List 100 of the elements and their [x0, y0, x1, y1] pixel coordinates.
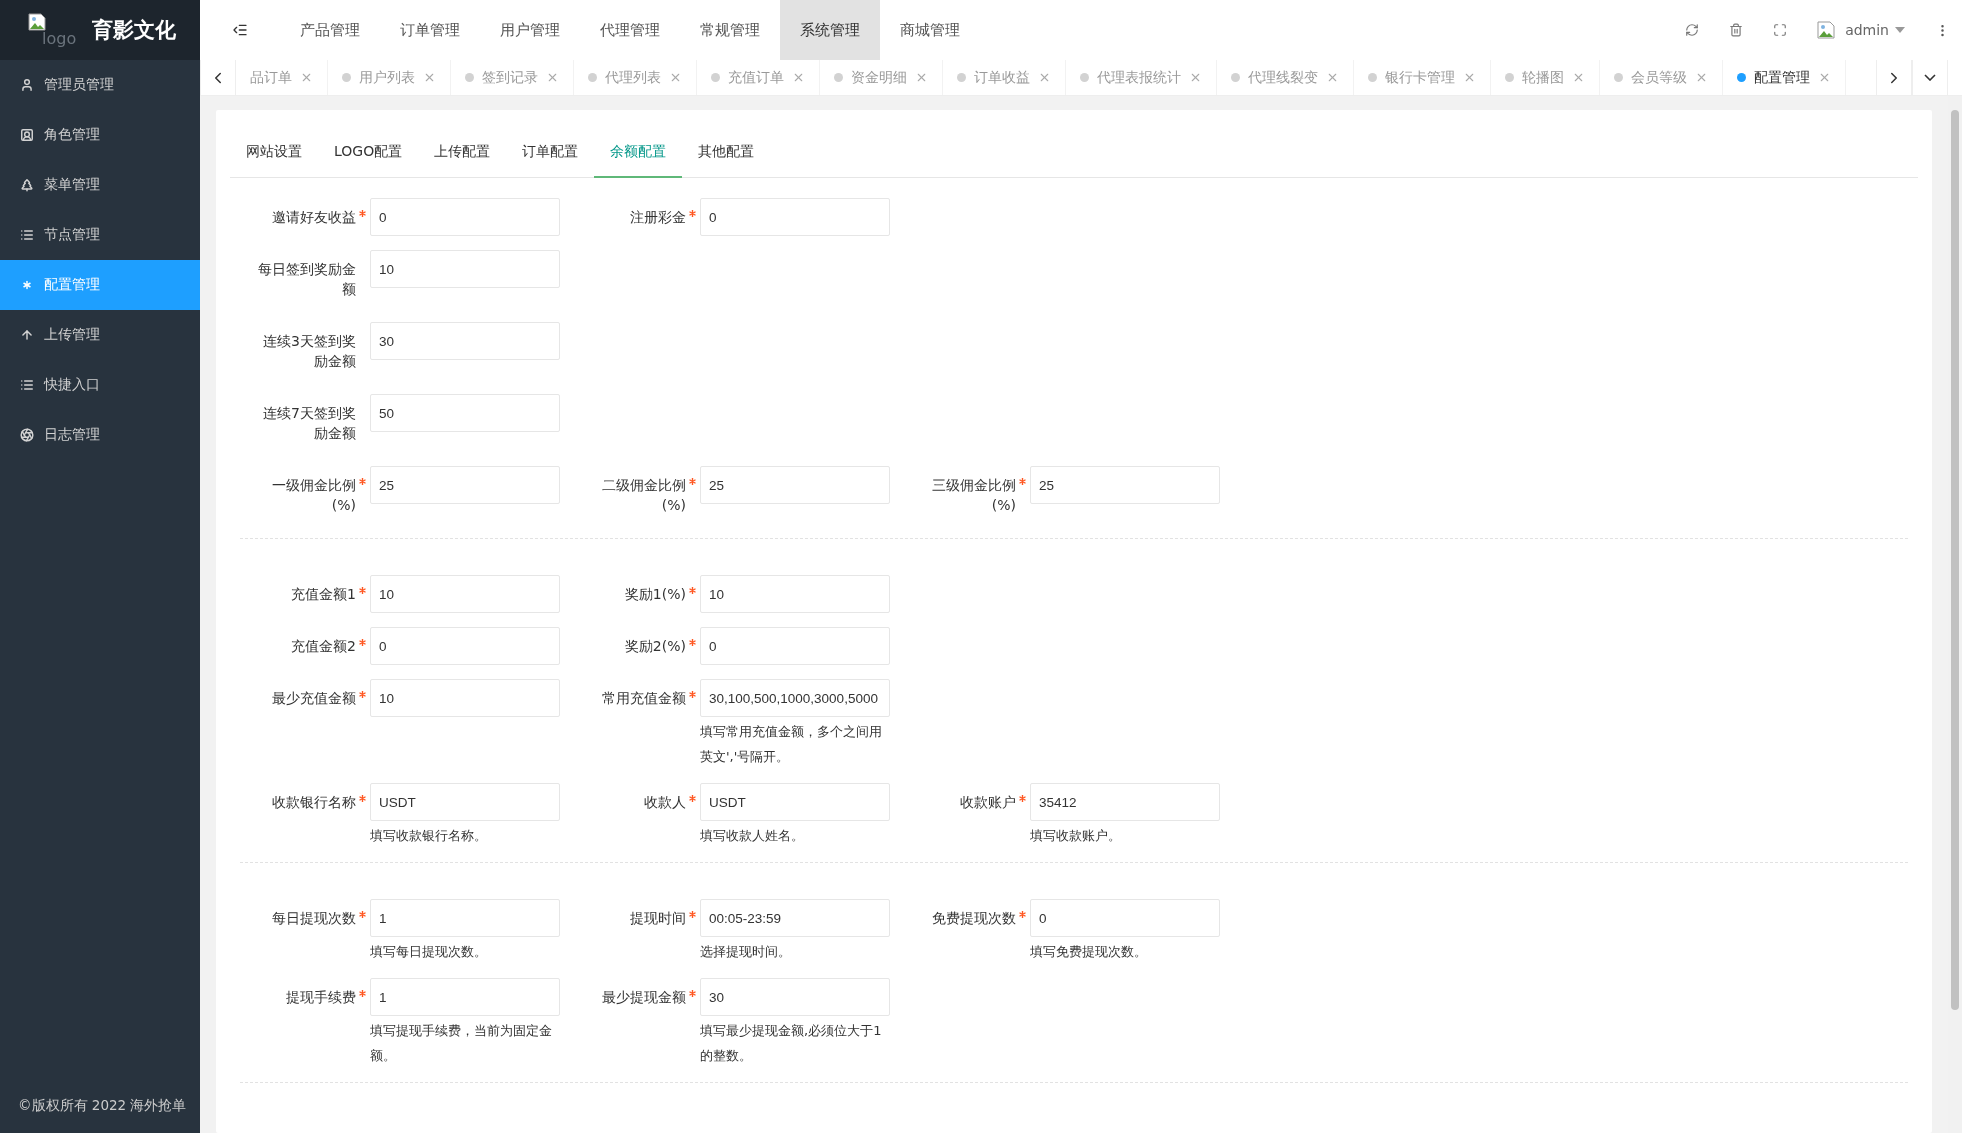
field-label: 收款银行名称	[272, 794, 356, 810]
nav-item[interactable]: 用户管理	[480, 0, 580, 60]
status-dot-icon	[465, 73, 474, 82]
input-field[interactable]: 10	[370, 679, 560, 717]
fullscreen-icon[interactable]	[1773, 23, 1788, 37]
close-icon[interactable]	[1189, 71, 1202, 84]
status-dot-icon	[1505, 73, 1514, 82]
close-icon[interactable]	[300, 71, 313, 84]
close-icon[interactable]	[546, 71, 559, 84]
sidebar-item[interactable]: 节点管理	[0, 210, 200, 260]
list-icon	[20, 378, 34, 392]
field-label: 最少充值金额	[272, 690, 356, 706]
status-dot-icon	[588, 73, 597, 82]
field-label: 每日提现次数	[272, 910, 356, 926]
sidebar-item[interactable]: 角色管理	[0, 110, 200, 160]
field-label: 奖励1(%)	[624, 586, 686, 602]
help-text: 填写提现手续费，当前为固定金额。	[370, 1022, 553, 1065]
input-field[interactable]: USDT	[370, 783, 560, 821]
help-text: 选择提现时间。	[700, 943, 792, 961]
close-icon[interactable]	[423, 71, 436, 84]
close-icon[interactable]	[1038, 71, 1051, 84]
nav-item[interactable]: 代理管理	[580, 0, 680, 60]
field-label: 提现时间	[630, 910, 686, 926]
field-label: 一级佣金比例(%)	[272, 477, 356, 513]
close-icon[interactable]	[915, 71, 928, 84]
sidebar-item[interactable]: 快捷入口	[0, 360, 200, 410]
input-field[interactable]: 10	[370, 575, 560, 613]
caret-icon[interactable]	[1895, 27, 1905, 33]
broken-image-icon	[28, 13, 46, 31]
page-tab[interactable]: 配置管理	[1723, 60, 1846, 95]
input-field[interactable]: 0	[700, 627, 890, 665]
input-field[interactable]: 1	[370, 978, 560, 1016]
help-text: 填写收款人姓名。	[700, 827, 805, 845]
help-text: 填写最少提现金额,必须位大于1的整数。	[700, 1022, 883, 1065]
help-text: 填写每日提现次数。	[370, 943, 488, 961]
logo-alt-text: logo	[42, 31, 78, 47]
field-label: 每日签到奖励金额	[258, 261, 356, 297]
input-field[interactable]: 25	[700, 466, 890, 504]
status-dot-icon	[1737, 73, 1746, 82]
input-field[interactable]: 0	[1030, 899, 1220, 937]
input-field[interactable]: 1	[370, 899, 560, 937]
scroll-right-button[interactable]	[1876, 60, 1912, 95]
user-icon	[20, 78, 34, 92]
trash-icon[interactable]	[1729, 23, 1744, 37]
input-field[interactable]: 10	[370, 250, 560, 288]
input-field[interactable]: 30	[370, 322, 560, 360]
sidebar-item[interactable]: 菜单管理	[0, 160, 200, 210]
input-field[interactable]: 0	[370, 198, 560, 236]
input-field[interactable]: 50	[370, 394, 560, 432]
sidebar-item[interactable]: 管理员管理	[0, 60, 200, 110]
nav-item[interactable]: 产品管理	[280, 0, 380, 60]
config-tab[interactable]: LOGO配置	[318, 128, 419, 178]
field-label: 连续7天签到奖励金额	[263, 405, 356, 441]
close-icon[interactable]	[1326, 71, 1339, 84]
status-dot-icon	[1231, 73, 1240, 82]
input-field[interactable]: 25	[1030, 466, 1220, 504]
close-icon[interactable]	[669, 71, 682, 84]
chevron-down-icon	[1924, 74, 1936, 81]
field-label: 二级佣金比例(%)	[602, 477, 686, 513]
brand-name: 育影文化	[92, 17, 176, 44]
input-field[interactable]: 25	[370, 466, 560, 504]
refresh-icon[interactable]	[1685, 23, 1700, 37]
config-tab[interactable]: 订单配置	[506, 128, 595, 178]
field-label: 常用充值金额	[602, 690, 686, 706]
menu-icon[interactable]	[232, 22, 248, 38]
avatar-image-icon	[1817, 21, 1836, 39]
id-card-icon	[20, 128, 34, 142]
input-field[interactable]: 10	[700, 575, 890, 613]
copyright-text: ©版权所有 2022 海外抢单	[17, 1097, 188, 1115]
username[interactable]: admin	[1845, 22, 1889, 38]
config-tab[interactable]: 网站设置	[230, 128, 318, 178]
status-dot-icon	[1080, 73, 1089, 82]
close-icon[interactable]	[792, 71, 805, 84]
input-field[interactable]: 30,100,500,1000,3000,5000	[700, 679, 890, 717]
asterisk-icon	[20, 278, 34, 292]
config-tab[interactable]: 其他配置	[682, 128, 771, 178]
nav-item[interactable]: 商城管理	[880, 0, 980, 60]
input-field[interactable]: 00:05-23:59	[700, 899, 890, 937]
nav-item[interactable]: 系统管理	[780, 0, 880, 60]
field-label: 免费提现次数	[932, 910, 1016, 926]
nav-item[interactable]: 常规管理	[680, 0, 780, 60]
close-icon[interactable]	[1463, 71, 1476, 84]
config-tab[interactable]: 余额配置	[594, 128, 683, 178]
input-field[interactable]: 35412	[1030, 783, 1220, 821]
dropdown-button[interactable]	[1912, 60, 1948, 95]
close-icon[interactable]	[1695, 71, 1708, 84]
field-label: 注册彩金	[630, 209, 686, 225]
input-field[interactable]: USDT	[700, 783, 890, 821]
field-label: 奖励2(%)	[624, 638, 686, 654]
sidebar-item[interactable]: 日志管理	[0, 410, 200, 460]
nav-item[interactable]: 订单管理	[380, 0, 480, 60]
input-field[interactable]: 30	[700, 978, 890, 1016]
close-icon[interactable]	[1572, 71, 1585, 84]
config-tab[interactable]: 上传配置	[418, 128, 507, 178]
close-icon[interactable]	[1818, 71, 1831, 84]
help-text: 填写常用充值金额，多个之间用英文','号隔开。	[700, 723, 883, 766]
input-field[interactable]: 0	[700, 198, 890, 236]
scroll-left-button[interactable]	[200, 60, 236, 95]
sidebar-item[interactable]: 上传管理	[0, 310, 200, 360]
input-field[interactable]: 0	[370, 627, 560, 665]
